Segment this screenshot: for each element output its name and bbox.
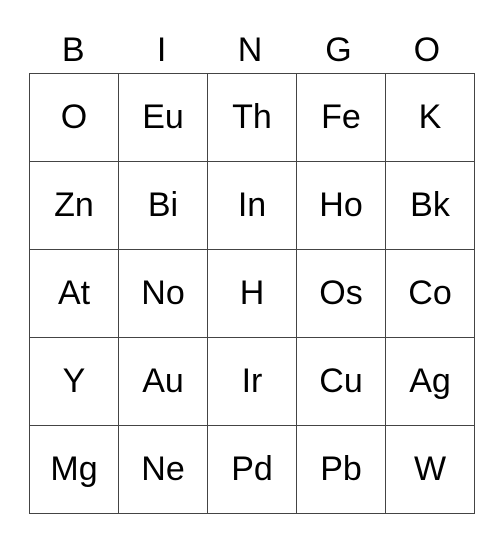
bingo-cell[interactable]: Co [385,249,475,338]
bingo-cell[interactable]: Mg [29,425,119,514]
header-letter: N [237,31,263,69]
bingo-cell[interactable]: Pb [296,425,386,514]
bingo-cell[interactable]: K [385,73,475,162]
bingo-cell[interactable]: Ag [385,337,475,426]
bingo-grid: O Eu Th Fe K Zn Bi In Ho Bk At No H Os C… [29,73,475,514]
bingo-cell[interactable]: Th [207,73,297,162]
grid-row: At No H Os Co [29,249,475,338]
header-letter: O [413,31,441,69]
bingo-cell[interactable]: H [207,249,297,338]
bingo-cell[interactable]: Bk [385,161,475,250]
header-letter: G [325,31,352,69]
bingo-cell[interactable]: Eu [118,73,208,162]
grid-row: Zn Bi In Ho Bk [29,161,475,250]
bingo-cell[interactable]: O [29,73,119,162]
bingo-cell[interactable]: Bi [118,161,208,250]
bingo-cell[interactable]: At [29,249,119,338]
bingo-cell[interactable]: Ne [118,425,208,514]
header-letter: B [61,31,85,69]
bingo-header: B I N G O [29,28,471,73]
grid-row: Mg Ne Pd Pb W [29,425,475,514]
bingo-cell[interactable]: Cu [296,337,386,426]
bingo-cell[interactable]: Y [29,337,119,426]
bingo-cell[interactable]: In [207,161,297,250]
bingo-cell[interactable]: Os [296,249,386,338]
grid-row: Y Au Ir Cu Ag [29,337,475,426]
grid-row: O Eu Th Fe K [29,73,475,162]
bingo-cell[interactable]: Ir [207,337,297,426]
bingo-cell[interactable]: No [118,249,208,338]
bingo-cell[interactable]: Fe [296,73,386,162]
bingo-cell[interactable]: Au [118,337,208,426]
bingo-cell[interactable]: Pd [207,425,297,514]
bingo-cell[interactable]: W [385,425,475,514]
bingo-cell[interactable]: Zn [29,161,119,250]
header-letter: I [156,31,167,69]
bingo-cell[interactable]: Ho [296,161,386,250]
